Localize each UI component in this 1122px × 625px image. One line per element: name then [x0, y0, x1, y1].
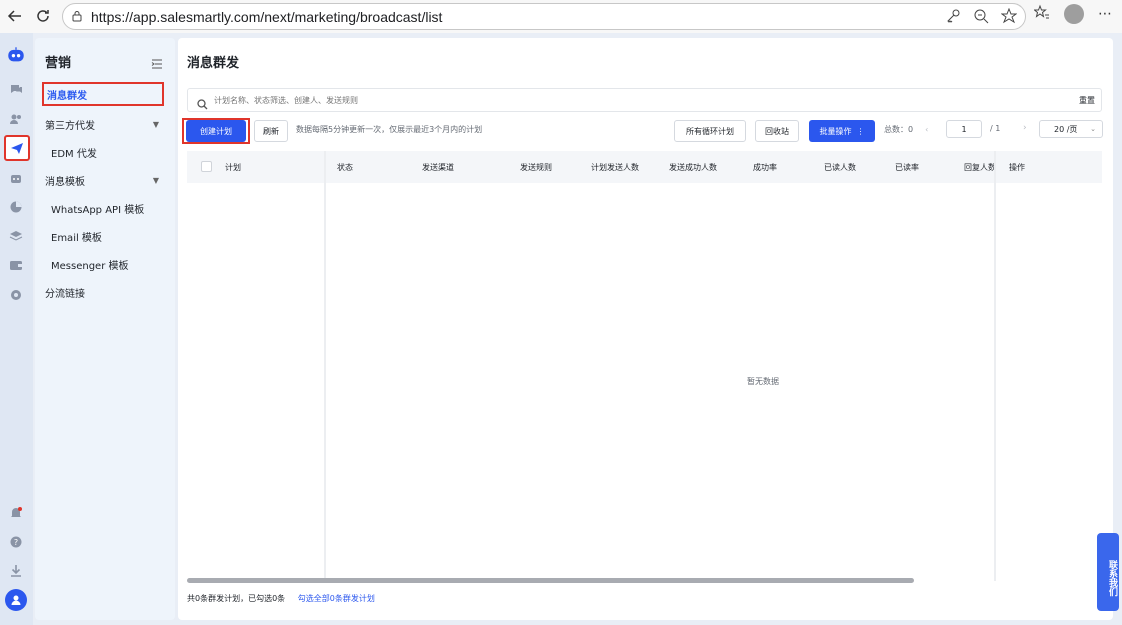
sidebar-item-label: Messenger 模板 [51, 260, 129, 272]
chevron-down-icon: ▼ [152, 119, 159, 129]
batch-operation-label: 批量操作 [819, 126, 852, 136]
fixed-column-divider [994, 151, 996, 581]
create-plan-button[interactable]: 创建计划 [186, 120, 246, 142]
page-size-label: 20 /页 [1054, 124, 1078, 134]
sidebar-item-templates[interactable]: 消息模板 ▼ [35, 168, 175, 192]
wallet-icon[interactable] [6, 255, 26, 275]
chat-icon[interactable] [6, 79, 26, 99]
contact-us-label: 联系我们 [1107, 560, 1117, 596]
column-header: 计划 [225, 163, 241, 172]
sidebar-item-label: 第三方代发 [45, 120, 95, 132]
chevron-down-icon: ▼ [152, 175, 159, 185]
browser-toolbar: https://app.salesmartly.com/next/marketi… [0, 0, 1122, 33]
user-avatar-icon[interactable] [5, 589, 27, 611]
sidebar-item-label: WhatsApp API 模板 [51, 204, 145, 216]
marketing-send-icon[interactable] [4, 135, 30, 161]
search-input[interactable] [214, 95, 1034, 105]
table-footer: 共0条群发计划，已勾选0条 勾选全部0条群发计划 [187, 593, 375, 604]
settings-gear-icon[interactable] [6, 285, 26, 305]
empty-state-text: 暂无数据 [747, 377, 779, 386]
column-header: 计划发送人数 [591, 163, 639, 172]
favorite-star-icon[interactable] [1000, 7, 1018, 28]
collapse-menu-icon[interactable] [151, 54, 163, 69]
loop-plans-button[interactable]: 所有循环计划 [674, 120, 746, 142]
sidebar-item-label: 消息模板 [45, 176, 85, 188]
more-menu-icon[interactable]: ⋯ [1098, 6, 1112, 22]
next-page-icon[interactable]: › [1023, 123, 1027, 133]
sidebar-item-split-link[interactable]: 分流链接 [35, 280, 175, 304]
sidebar-item-edm[interactable]: EDM 代发 [35, 140, 175, 164]
column-header: 成功率 [753, 163, 777, 172]
pagination: 总数：0 ‹ [884, 124, 928, 135]
help-icon[interactable]: ? [6, 532, 26, 552]
marketing-sidebar: 营销 消息群发 第三方代发 ▼ EDM 代发 消息模板 ▼ WhatsApp A… [35, 38, 175, 620]
search-bar[interactable]: 重置 [187, 88, 1102, 112]
page-size-select[interactable]: 20 /页 ⌄ [1039, 120, 1103, 138]
download-icon[interactable] [6, 561, 26, 581]
notification-bell-icon[interactable] [6, 503, 26, 523]
column-header: 已读人数 [824, 163, 856, 172]
column-header: 状态 [337, 163, 353, 172]
prev-page-icon[interactable]: ‹ [925, 125, 928, 134]
column-header: 发送规则 [520, 163, 552, 172]
profile-avatar[interactable] [1064, 4, 1084, 24]
contacts-icon[interactable] [6, 109, 26, 129]
main-panel: 消息群发 重置 创建计划 刷新 数据每隔5分钟更新一次，仅展示最近3个月内的计划… [178, 38, 1113, 620]
lock-icon [71, 7, 83, 26]
layers-icon[interactable] [6, 226, 26, 246]
column-header: 回复人数 [964, 163, 996, 172]
key-icon[interactable] [945, 8, 961, 28]
page-title: 消息群发 [187, 56, 240, 71]
bot-logo-icon[interactable] [6, 45, 26, 65]
sidebar-item-third-party[interactable]: 第三方代发 ▼ [35, 112, 175, 136]
contact-us-button[interactable]: 联系我们 [1097, 533, 1119, 611]
url-text: https://app.salesmartly.com/next/marketi… [91, 8, 443, 25]
batch-operation-button[interactable]: 批量操作 ⋮ [809, 120, 875, 142]
sidebar-item-label: 分流链接 [45, 288, 85, 300]
address-bar[interactable]: https://app.salesmartly.com/next/marketi… [62, 3, 1026, 30]
recycle-bin-button[interactable]: 回收站 [755, 120, 799, 142]
icon-nav-bar: ? [0, 33, 33, 625]
sidebar-item-label: 消息群发 [47, 90, 87, 102]
selection-summary: 共0条群发计划，已勾选0条 [187, 594, 286, 603]
page-total: / 1 [990, 124, 1001, 133]
fixed-column-divider [324, 151, 326, 581]
horizontal-scrollbar[interactable] [187, 578, 914, 583]
toolbar: 创建计划 刷新 数据每隔5分钟更新一次，仅展示最近3个月内的计划 所有循环计划 … [178, 118, 1113, 144]
select-all-checkbox[interactable] [201, 161, 212, 172]
back-icon[interactable] [0, 1, 30, 31]
sidebar-item-broadcast[interactable]: 消息群发 [42, 82, 164, 106]
svg-text:?: ? [14, 538, 18, 547]
sidebar-item-label: EDM 代发 [51, 148, 97, 160]
total-count: 总数：0 [884, 125, 914, 134]
column-header: 发送渠道 [422, 163, 454, 172]
sidebar-item-email-template[interactable]: Email 模板 [35, 224, 175, 248]
zoom-icon[interactable] [973, 8, 989, 28]
sidebar-title: 营销 [45, 56, 72, 71]
select-all-link[interactable]: 勾选全部0条群发计划 [298, 594, 375, 603]
page-number-input[interactable]: 1 [946, 120, 982, 138]
chevron-down-icon: ⌄ [1090, 125, 1096, 133]
update-notice: 数据每隔5分钟更新一次，仅展示最近3个月内的计划 [296, 125, 483, 134]
sidebar-item-messenger-template[interactable]: Messenger 模板 [35, 252, 175, 276]
search-icon [197, 95, 208, 114]
column-header: 操作 [1009, 163, 1025, 172]
more-vertical-icon: ⋮ [856, 126, 865, 136]
sidebar-item-whatsapp-template[interactable]: WhatsApp API 模板 [35, 196, 175, 220]
robot-icon[interactable] [6, 168, 26, 188]
reload-icon[interactable] [28, 1, 58, 31]
reset-button[interactable]: 重置 [1079, 95, 1095, 106]
column-header: 已读率 [895, 163, 919, 172]
app-frame: ? 营销 消息群发 第三方代发 ▼ EDM 代发 消息模板 ▼ WhatsApp… [0, 33, 1122, 625]
refresh-button[interactable]: 刷新 [254, 120, 288, 142]
analytics-pie-icon[interactable] [6, 197, 26, 217]
sidebar-item-label: Email 模板 [51, 232, 102, 244]
favorites-list-icon[interactable] [1033, 4, 1050, 24]
column-header: 发送成功人数 [669, 163, 717, 172]
